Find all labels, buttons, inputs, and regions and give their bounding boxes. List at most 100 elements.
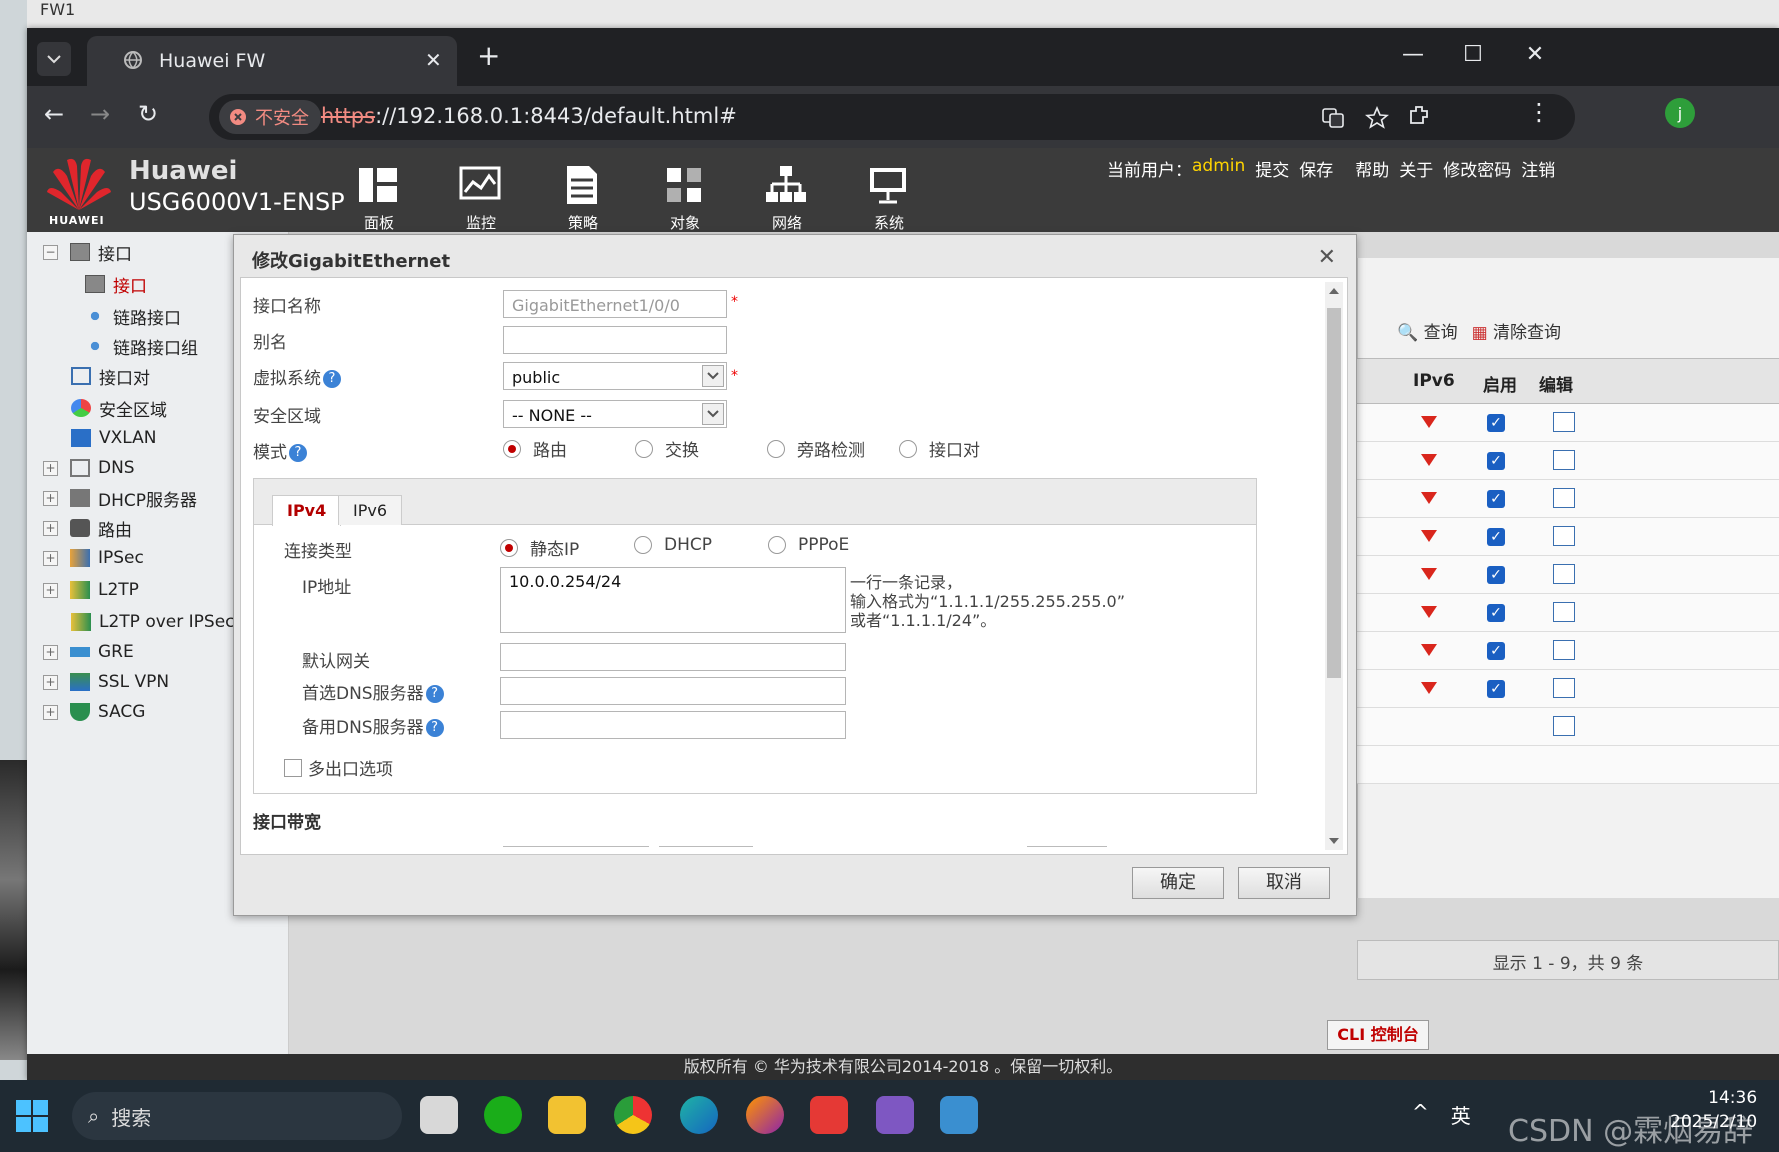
address-bar[interactable]: 不安全 https://192.168.0.1:8443/default.htm… — [209, 94, 1575, 140]
wps-icon[interactable] — [810, 1096, 848, 1134]
cli-console-button[interactable]: CLI 控制台 — [1327, 1020, 1429, 1050]
help-icon[interactable]: ? — [425, 685, 444, 703]
help-link[interactable]: 帮助 — [1355, 156, 1389, 181]
chevron-down-icon[interactable] — [702, 403, 724, 425]
expand-icon[interactable]: + — [43, 490, 58, 506]
edit-icon[interactable] — [1553, 640, 1575, 660]
extensions-icon[interactable] — [1407, 103, 1431, 129]
tab-search-button[interactable] — [37, 42, 71, 76]
table-row[interactable] — [1357, 746, 1779, 784]
mode-radio-switch[interactable]: 交换 — [635, 436, 699, 461]
tree-item-gre[interactable]: + GRE — [43, 638, 134, 666]
expand-icon[interactable]: + — [43, 582, 58, 598]
save-link[interactable]: 保存 — [1299, 156, 1333, 181]
conn-radio-static[interactable]: 静态IP — [500, 535, 579, 560]
edit-icon[interactable] — [1553, 678, 1575, 698]
enabled-checkbox[interactable]: ✓ — [1487, 604, 1505, 622]
radio-button[interactable] — [635, 439, 653, 458]
radio-button[interactable] — [634, 536, 652, 554]
tree-item-dns[interactable]: + DNS — [43, 454, 135, 482]
back-button[interactable]: ← — [37, 100, 71, 128]
tree-item-interface-pair[interactable]: 接口对 — [71, 362, 150, 390]
edit-icon[interactable] — [1553, 716, 1575, 736]
file-explorer-icon[interactable] — [548, 1096, 586, 1134]
expand-icon[interactable]: + — [43, 704, 58, 720]
wechat-icon[interactable] — [484, 1096, 522, 1134]
virtual-system-select[interactable]: public — [503, 362, 727, 390]
enabled-checkbox[interactable]: ✓ — [1487, 680, 1505, 698]
tree-item-security-zone[interactable]: 安全区域 — [71, 394, 167, 422]
enabled-checkbox[interactable]: ✓ — [1487, 490, 1505, 508]
enabled-checkbox[interactable]: ✓ — [1487, 452, 1505, 470]
edit-icon[interactable] — [1553, 412, 1575, 432]
tree-item-ssl-vpn[interactable]: + SSL VPN — [43, 668, 169, 696]
expand-icon[interactable]: + — [43, 520, 58, 536]
chevron-up-icon[interactable]: ^ — [1412, 1100, 1429, 1129]
change-password-link[interactable]: 修改密码 — [1443, 156, 1511, 181]
nav-monitor[interactable]: 监控 — [451, 212, 511, 232]
edit-icon[interactable] — [1553, 526, 1575, 546]
chevron-down-icon[interactable] — [702, 365, 724, 387]
col-enabled[interactable]: 启用 — [1483, 371, 1517, 396]
tree-item-sacg[interactable]: + SACG — [43, 698, 145, 726]
clear-search-link[interactable]: ▦ 清除查询 — [1472, 318, 1561, 343]
secondary-dns-input[interactable] — [500, 711, 846, 739]
profile-avatar[interactable]: j — [1665, 98, 1695, 128]
security-chip[interactable]: 不安全 — [219, 100, 321, 134]
chrome-icon[interactable] — [614, 1096, 652, 1134]
desktop-icon-label[interactable]: FW1 — [40, 0, 75, 19]
enabled-checkbox[interactable]: ✓ — [1487, 566, 1505, 584]
visual-studio-icon[interactable] — [876, 1096, 914, 1134]
tree-item-ipsec[interactable]: + IPSec — [43, 544, 144, 572]
url-text[interactable]: https://192.168.0.1:8443/default.html# — [321, 104, 737, 128]
nav-dashboard[interactable]: 面板 — [349, 212, 409, 232]
tree-item-link-interface[interactable]: 链路接口 — [85, 302, 181, 330]
tab-ipv4[interactable]: IPv4 — [272, 495, 342, 526]
conn-radio-pppoe[interactable]: PPPoE — [768, 535, 849, 555]
system-clock[interactable]: 14:36 2025/2/10 — [1670, 1086, 1757, 1134]
scroll-down-icon[interactable] — [1329, 838, 1339, 844]
expand-icon[interactable]: + — [43, 644, 58, 660]
col-ipv6[interactable]: IPv6 — [1413, 371, 1455, 391]
scroll-thumb[interactable] — [1327, 308, 1341, 678]
policy-document-icon[interactable] — [561, 164, 603, 206]
dashboard-icon[interactable] — [357, 164, 399, 206]
col-edit[interactable]: 编辑 — [1539, 371, 1573, 396]
edit-icon[interactable] — [1553, 602, 1575, 622]
radio-button[interactable] — [500, 538, 518, 557]
tree-item-vxlan[interactable]: VXLAN — [71, 424, 156, 452]
multi-exit-option[interactable]: 多出口选项 — [284, 755, 393, 780]
table-row[interactable]: ✓ — [1357, 480, 1779, 518]
network-topology-icon[interactable] — [765, 164, 807, 206]
table-row[interactable]: ✓ — [1357, 404, 1779, 442]
maximize-button[interactable]: ☐ — [1453, 42, 1493, 67]
radio-button[interactable] — [768, 536, 786, 554]
tree-item-l2tp-over-ipsec[interactable]: L2TP over IPSec — [71, 608, 235, 636]
firefox-icon[interactable] — [746, 1096, 784, 1134]
objects-icon[interactable] — [663, 164, 705, 206]
table-row[interactable] — [1357, 708, 1779, 746]
commit-link[interactable]: 提交 — [1255, 156, 1289, 181]
nav-network[interactable]: 网络 — [757, 212, 817, 232]
table-row[interactable]: ✓ — [1357, 670, 1779, 708]
logout-link[interactable]: 注销 — [1521, 156, 1555, 181]
table-row[interactable]: ✓ — [1357, 518, 1779, 556]
edit-icon[interactable] — [1553, 564, 1575, 584]
help-icon[interactable]: ? — [289, 444, 307, 462]
tree-item-link-interface-group[interactable]: 链路接口组 — [85, 332, 198, 360]
tree-item-interface-group[interactable]: − 接口 — [43, 238, 132, 266]
reload-button[interactable]: ↻ — [131, 100, 165, 128]
radio-button[interactable] — [503, 439, 521, 458]
windows-start-icon[interactable] — [16, 1100, 48, 1132]
about-link[interactable]: 关于 — [1399, 156, 1433, 181]
forward-button[interactable]: → — [83, 100, 117, 128]
ensp-icon[interactable] — [940, 1096, 978, 1134]
taskbar-search[interactable]: ⌕ 搜索 — [72, 1092, 402, 1140]
table-row[interactable]: ✓ — [1357, 556, 1779, 594]
conn-radio-dhcp[interactable]: DHCP — [634, 535, 712, 555]
expand-icon[interactable]: + — [43, 550, 58, 566]
edit-icon[interactable] — [1553, 450, 1575, 470]
tab-huawei-fw[interactable]: Huawei FW ✕ — [87, 36, 457, 86]
new-tab-button[interactable]: + — [477, 42, 500, 70]
radio-button[interactable] — [899, 439, 917, 458]
